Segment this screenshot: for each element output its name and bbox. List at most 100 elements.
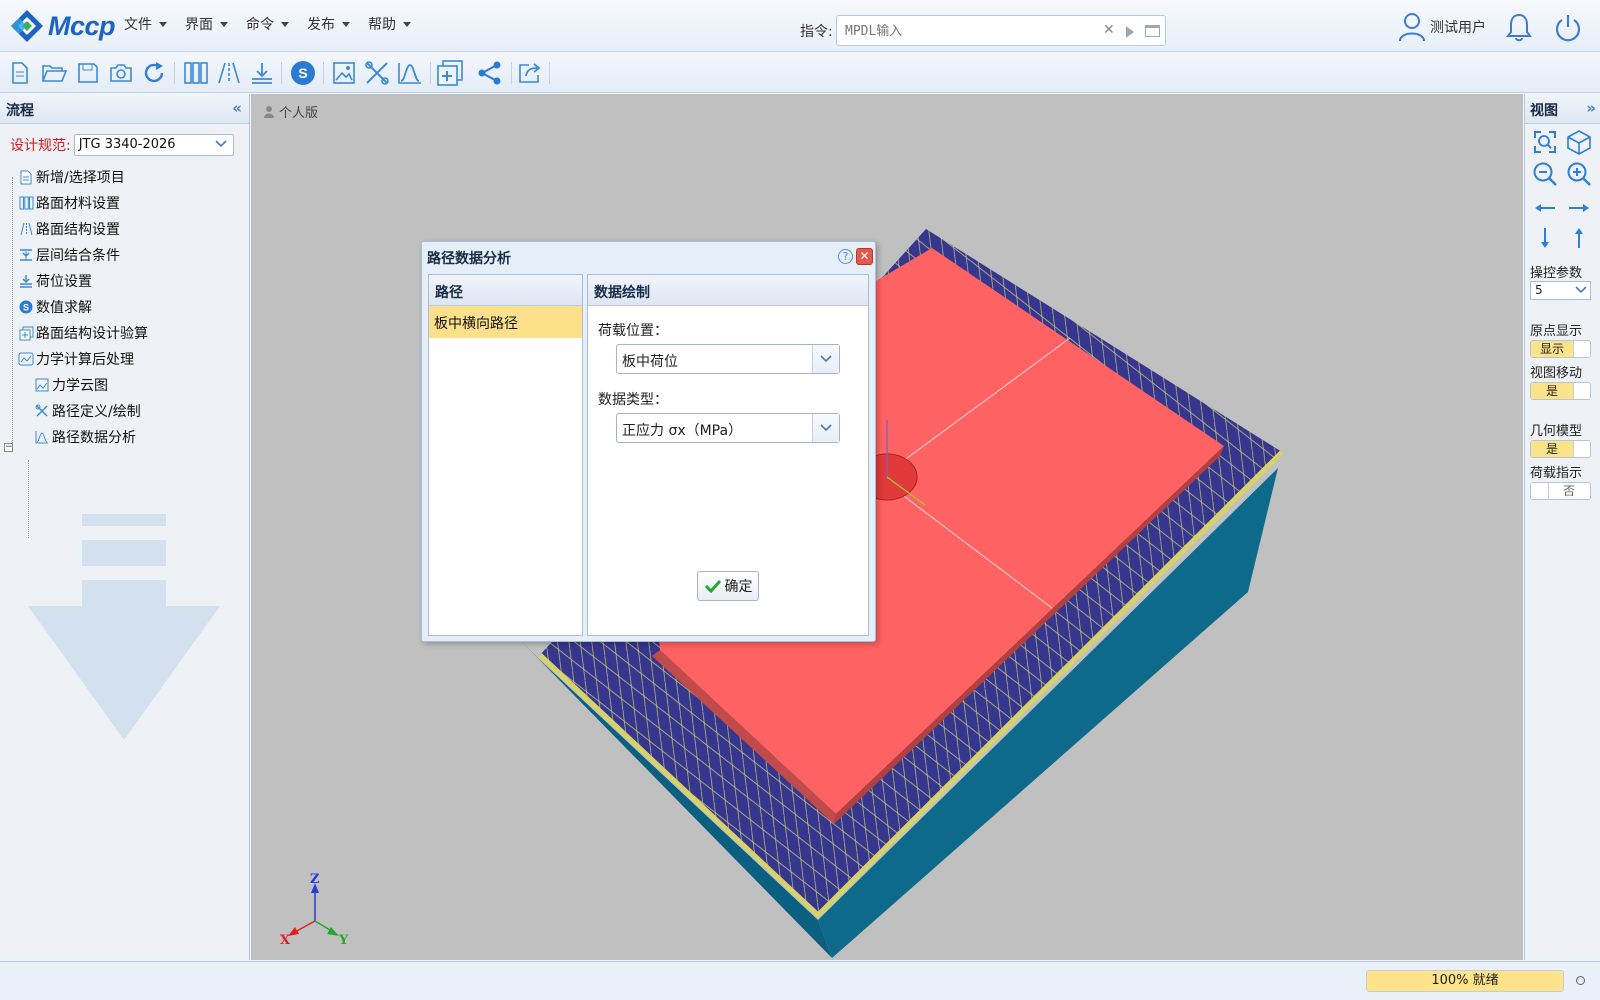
help-icon[interactable]: ? — [838, 249, 853, 264]
path-analysis-dialog: 路径数据分析 ? ✕ 路径 板中横向路径 数据绘制 荷载位置： 板中荷位 数据类… — [421, 241, 876, 642]
chevron-down-icon — [1575, 286, 1587, 294]
clear-icon[interactable]: ✕ — [1103, 22, 1115, 38]
view-move-value: 是 — [1531, 383, 1573, 399]
user-menu[interactable]: 测试用户 — [1398, 12, 1486, 42]
load-indicator-toggle[interactable]: 否 — [1530, 482, 1591, 500]
arrow-right-icon — [1569, 204, 1589, 212]
collapse-right-icon[interactable]: » — [1586, 99, 1596, 117]
path-chart-button[interactable] — [396, 59, 424, 87]
share-icon — [478, 61, 501, 85]
add-layer-button[interactable] — [436, 59, 464, 87]
pan-down-button[interactable] — [1531, 224, 1559, 252]
data-type-value: 正应力 σx（MPa） — [622, 423, 743, 439]
logo-diamond-icon — [11, 10, 43, 42]
menu-interface[interactable]: 界面 — [185, 14, 228, 34]
menu-command[interactable]: 命令 — [246, 14, 289, 34]
design-spec-select[interactable]: JTG 3340-2026 — [73, 134, 234, 156]
pan-left-button[interactable] — [1531, 194, 1559, 222]
ok-button[interactable]: 确定 — [697, 571, 759, 601]
chevron-down-icon — [342, 21, 350, 27]
tree-item-solve[interactable]: S 数值求解 — [18, 296, 92, 318]
tree-item-path-analysis[interactable]: 路径数据分析 — [34, 426, 136, 448]
path-pane: 路径 板中横向路径 — [428, 274, 583, 636]
control-param-label: 操控参数 — [1530, 266, 1583, 281]
path-chart-icon — [34, 429, 50, 445]
new-file-button[interactable] — [6, 59, 34, 87]
tree-item-interlayer[interactable]: 层间结合条件 — [18, 244, 120, 266]
load-position-select[interactable]: 板中荷位 — [616, 344, 840, 374]
interlayer-button[interactable] — [248, 59, 276, 87]
contour-image-button[interactable] — [330, 59, 358, 87]
tree-item-material[interactable]: 路面材料设置 — [18, 192, 120, 214]
app-logo[interactable]: Mccp — [10, 8, 116, 44]
zoom-out-button[interactable] — [1531, 160, 1559, 188]
export-button[interactable] — [516, 59, 544, 87]
menu-help[interactable]: 帮助 — [368, 14, 411, 34]
command-label: 指令: — [800, 24, 833, 40]
origin-display-toggle[interactable]: 显示 — [1530, 340, 1591, 358]
close-icon[interactable]: ✕ — [856, 248, 873, 265]
pan-right-button[interactable] — [1565, 194, 1593, 222]
menu-publish[interactable]: 发布 — [307, 14, 350, 34]
ok-label: 确定 — [724, 579, 753, 595]
solve-button[interactable]: S — [289, 59, 317, 87]
geometry-model-toggle[interactable]: 是 — [1530, 440, 1591, 458]
add-layer-icon — [437, 60, 463, 86]
arrow-down-icon — [1541, 228, 1549, 248]
command-input[interactable] — [843, 20, 1093, 42]
share-button[interactable] — [476, 59, 504, 87]
design-spec-row: 设计规范: JTG 3340-2026 — [10, 134, 234, 156]
iso-view-button[interactable] — [1565, 128, 1593, 156]
save-button[interactable] — [74, 59, 102, 87]
load-icon — [18, 273, 34, 289]
tree-item-structure[interactable]: 路面结构设置 — [18, 218, 120, 240]
window-icon[interactable] — [1145, 25, 1160, 37]
3d-viewport[interactable]: 个人版 Z X Y 路径数据分析 ? ✕ 路径 板中横向路径 数据绘制 荷载位置… — [251, 94, 1523, 960]
flow-panel-header: 流程 « — [0, 94, 249, 124]
tree-item-label: 路径数据分析 — [52, 430, 136, 446]
chevron-down-icon — [281, 21, 289, 27]
tree-item-label: 荷位设置 — [36, 274, 92, 290]
structure-icon — [218, 62, 240, 84]
pan-up-button[interactable] — [1565, 224, 1593, 252]
flow-panel-title: 流程 — [6, 103, 34, 119]
image-icon — [333, 62, 355, 84]
geometry-model-value: 是 — [1531, 441, 1573, 457]
tree-item-path-define[interactable]: 路径定义/绘制 — [34, 400, 141, 422]
user-name: 测试用户 — [1430, 20, 1486, 36]
refresh-button[interactable] — [140, 59, 168, 87]
open-folder-button[interactable] — [40, 59, 68, 87]
fit-view-button[interactable] — [1531, 128, 1559, 156]
tree-item-design-check[interactable]: 路面结构设计验算 — [18, 322, 148, 344]
view-move-toggle[interactable]: 是 — [1530, 382, 1591, 400]
postprocess-icon — [18, 351, 34, 367]
run-icon[interactable] — [1126, 26, 1134, 38]
tree-item-label: 新增/选择项目 — [36, 170, 125, 186]
screenshot-button[interactable] — [107, 59, 135, 87]
interlayer-icon — [252, 63, 272, 84]
material-button[interactable] — [182, 59, 210, 87]
notification-bell[interactable] — [1506, 12, 1532, 46]
zoom-in-button[interactable] — [1565, 160, 1593, 188]
arrow-left-icon — [1535, 204, 1555, 212]
tree-item-contour[interactable]: 力学云图 — [34, 374, 108, 396]
menu-file[interactable]: 文件 — [124, 14, 167, 34]
tree-item-postprocess[interactable]: 力学计算后处理 — [18, 348, 134, 370]
new-file-icon — [12, 62, 28, 84]
structure-button[interactable] — [215, 59, 243, 87]
toolbar-separator — [511, 62, 512, 84]
logout-button[interactable] — [1554, 12, 1582, 46]
collapse-left-icon[interactable]: « — [232, 99, 242, 117]
geometry-model-label: 几何模型 — [1530, 424, 1583, 439]
tree-item-load[interactable]: 荷位设置 — [18, 270, 92, 292]
path-list-item[interactable]: 板中横向路径 — [429, 306, 582, 338]
toggle-knob — [1531, 483, 1549, 499]
data-type-select[interactable]: 正应力 σx（MPa） — [616, 413, 840, 443]
user-icon — [1399, 13, 1425, 42]
menubar: 文件 界面 命令 发布 帮助 — [124, 14, 429, 34]
tree-item-new-project[interactable]: 新增/选择项目 — [18, 166, 125, 188]
control-param-select[interactable]: 5 — [1530, 281, 1591, 300]
menu-publish-label: 发布 — [307, 17, 335, 33]
path-define-button[interactable] — [363, 59, 391, 87]
tree-collapse-toggle[interactable]: − — [4, 443, 13, 452]
